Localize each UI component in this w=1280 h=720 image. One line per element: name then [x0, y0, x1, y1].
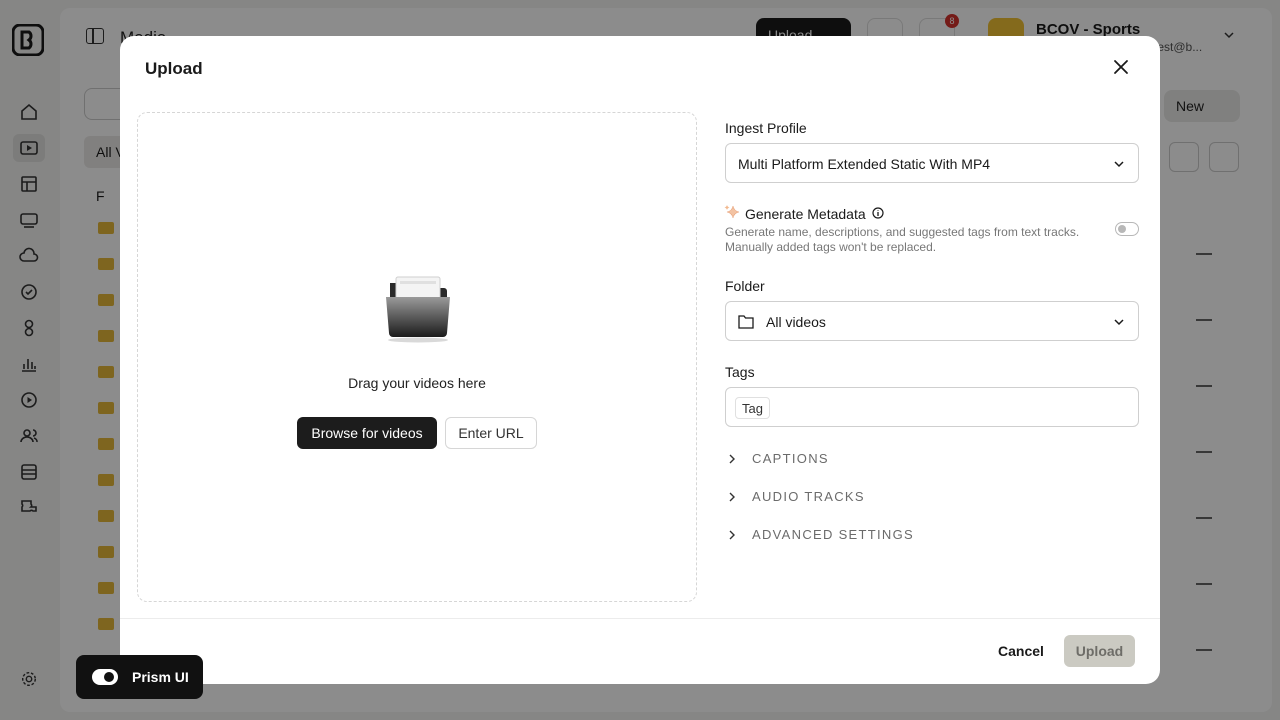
- folder-label: Folder: [725, 278, 765, 294]
- prism-label: Prism UI: [132, 669, 189, 685]
- tags-label: Tags: [725, 364, 755, 380]
- generate-metadata-toggle[interactable]: [1115, 222, 1139, 236]
- chevron-right-icon: [729, 454, 735, 464]
- chevron-right-icon: [729, 492, 735, 502]
- ingest-profile-label: Ingest Profile: [725, 120, 807, 136]
- prism-toggle[interactable]: [92, 669, 118, 685]
- prism-ui-switch[interactable]: Prism UI: [76, 655, 203, 699]
- section-label: ADVANCED SETTINGS: [752, 527, 914, 542]
- close-icon: [1114, 60, 1128, 74]
- section-label: AUDIO TRACKS: [752, 489, 865, 504]
- upload-button[interactable]: Upload: [1064, 635, 1135, 667]
- generate-metadata-description: Generate name, descriptions, and suggest…: [725, 225, 1080, 254]
- generate-metadata-label: Generate Metadata: [745, 206, 866, 222]
- info-icon[interactable]: [872, 207, 884, 219]
- video-dropzone[interactable]: Drag your videos here Browse for videos …: [137, 112, 697, 602]
- dialog-title: Upload: [145, 59, 203, 78]
- audio-tracks-section-toggle[interactable]: AUDIO TRACKS: [725, 487, 1025, 507]
- sparkle-icon: [724, 205, 740, 219]
- advanced-settings-section-toggle[interactable]: ADVANCED SETTINGS: [725, 525, 1025, 545]
- tag-chip[interactable]: Tag: [735, 397, 770, 419]
- cancel-button[interactable]: Cancel: [988, 635, 1054, 667]
- folder-icon: [738, 315, 754, 329]
- footer-divider: [120, 618, 1160, 619]
- folder-select[interactable]: All videos: [725, 301, 1139, 341]
- folder-upload-icon: [386, 276, 450, 343]
- chevron-right-icon: [729, 530, 735, 540]
- upload-dialog: Upload Drag your videos here Browse for …: [120, 36, 1160, 684]
- chevron-down-icon: [1114, 161, 1124, 168]
- browse-videos-button[interactable]: Browse for videos: [297, 417, 437, 449]
- chevron-down-icon: [1114, 319, 1124, 326]
- tags-input[interactable]: Tag: [725, 387, 1139, 427]
- close-button[interactable]: [1110, 56, 1132, 78]
- section-label: CAPTIONS: [752, 451, 829, 466]
- captions-section-toggle[interactable]: CAPTIONS: [725, 449, 1025, 469]
- ingest-profile-value: Multi Platform Extended Static With MP4: [738, 156, 991, 172]
- dropzone-instruction: Drag your videos here: [348, 375, 486, 391]
- enter-url-button[interactable]: Enter URL: [445, 417, 537, 449]
- ingest-profile-select[interactable]: Multi Platform Extended Static With MP4: [725, 143, 1139, 183]
